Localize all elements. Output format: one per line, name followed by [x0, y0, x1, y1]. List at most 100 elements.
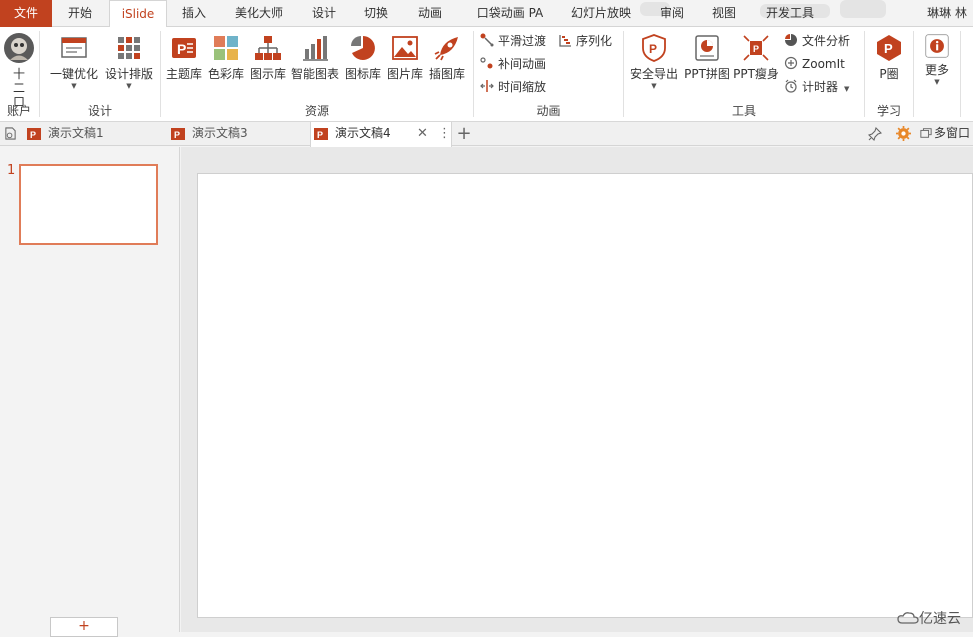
slide-number: 1: [7, 163, 16, 178]
zoomit-button[interactable]: ZoomIt: [784, 54, 845, 74]
tab-pocket-animation[interactable]: 口袋动画 PA: [468, 0, 552, 27]
document-icon: [4, 127, 16, 140]
tab-review[interactable]: 审阅: [650, 0, 694, 27]
bar-chart-icon: [303, 36, 328, 61]
ppt-join-button[interactable]: PPT拼图: [682, 31, 732, 97]
tab-developer[interactable]: 开发工具: [758, 0, 822, 27]
animation-group: 平滑过渡 序列化 补间动画 时间缩放 动画: [474, 27, 623, 122]
svg-text:P: P: [30, 130, 36, 140]
tab-design[interactable]: 设计: [300, 0, 348, 27]
pie-analysis-icon: [785, 34, 797, 46]
p-circle-button[interactable]: P P圈: [869, 31, 909, 97]
tab-beautify-master[interactable]: 美化大师: [228, 0, 290, 27]
pin-button[interactable]: [864, 122, 886, 146]
more-vertical-icon[interactable]: ⋮: [438, 122, 451, 145]
new-document-button[interactable]: [0, 122, 20, 146]
diagram-library-icon: [255, 36, 281, 60]
one-click-optimize-button[interactable]: 一键优化 ▼: [48, 31, 100, 97]
sequence-button[interactable]: 序列化: [558, 31, 612, 51]
svg-text:P: P: [174, 130, 180, 140]
multi-window-button[interactable]: 多窗口: [920, 122, 973, 146]
settings-button[interactable]: [892, 122, 914, 146]
rocket-icon: [434, 37, 458, 61]
icon-library-button[interactable]: 图标库: [343, 31, 383, 97]
multi-window-label: 多窗口: [934, 126, 971, 140]
cloud-logo-icon: [897, 612, 919, 624]
sequence-label: 序列化: [576, 34, 613, 48]
file-analysis-label: 文件分析: [802, 34, 851, 48]
time-zoom-button[interactable]: 时间缩放: [480, 77, 546, 97]
more-group: 更多 ▼: [914, 27, 960, 122]
timer-button[interactable]: 计时器 ▼: [784, 77, 849, 97]
doc-tab-label: 演示文稿3: [192, 126, 248, 140]
zoom-plus-icon: [784, 56, 798, 70]
more-button[interactable]: 更多 ▼: [918, 31, 956, 97]
smooth-transition-button[interactable]: 平滑过渡: [480, 31, 546, 51]
chevron-down-icon: ▼: [651, 82, 657, 90]
chevron-down-icon: ▼: [71, 82, 77, 90]
doc-tab-label: 演示文稿4: [335, 126, 391, 140]
tween-animation-label: 补间动画: [498, 57, 547, 71]
background-decoration: [840, 0, 886, 18]
svg-text:P: P: [649, 42, 657, 56]
tab-slideshow[interactable]: 幻灯片放映: [564, 0, 638, 27]
smart-chart-button[interactable]: 智能图表: [289, 31, 341, 97]
pin-icon: [867, 126, 883, 142]
svg-text:P: P: [884, 41, 893, 56]
color-library-icon: [214, 36, 238, 60]
svg-text:P: P: [177, 41, 186, 57]
tab-islide[interactable]: iSlide: [109, 0, 167, 28]
ppt-slim-button[interactable]: P PPT瘦身: [732, 31, 780, 97]
color-library-button[interactable]: 色彩库: [206, 31, 246, 97]
animation-group-label: 动画: [536, 104, 561, 118]
info-icon: [925, 34, 949, 58]
account-button[interactable]: 十二口: [2, 31, 36, 109]
watermark: 亿速云: [897, 608, 961, 628]
p-circle-icon: P: [877, 35, 901, 61]
doc-tab-1[interactable]: P 演示文稿1: [26, 122, 166, 146]
tab-view[interactable]: 视图: [702, 0, 746, 27]
diagram-library-button[interactable]: 图示库: [248, 31, 288, 97]
svg-text:P: P: [317, 130, 323, 140]
tab-insert[interactable]: 插入: [170, 0, 218, 27]
chevron-down-icon: ▼: [934, 78, 940, 86]
sequence-icon: [559, 35, 571, 47]
tab-animations[interactable]: 动画: [406, 0, 454, 27]
windows-icon: [920, 128, 932, 138]
slide-thumbnail[interactable]: [19, 164, 158, 245]
account-group: 十二口 账户: [0, 27, 38, 122]
image-library-button[interactable]: 图片库: [385, 31, 425, 97]
illustration-library-label: 插图库: [428, 67, 465, 81]
layout-grid-icon: [118, 37, 140, 59]
illustration-library-button[interactable]: 插图库: [427, 31, 467, 97]
user-name[interactable]: 琳琳 林: [927, 0, 967, 26]
ppt-slim-label: PPT瘦身: [733, 67, 779, 81]
slide-thumbnail-pane: 1 +: [0, 147, 180, 637]
theme-library-button[interactable]: P 主题库: [164, 31, 204, 97]
smart-chart-label: 智能图表: [290, 67, 339, 81]
add-tab-button[interactable]: +: [454, 122, 474, 146]
ribbon: 十二口 账户 一键优化 ▼ 设计排版 ▼ 设计 P 主题库 色彩库 图示库 智能…: [0, 27, 973, 122]
more-label: 更多: [924, 63, 949, 77]
slide-canvas[interactable]: [197, 173, 973, 618]
file-analysis-button[interactable]: 文件分析: [784, 31, 850, 51]
tab-transitions[interactable]: 切换: [352, 0, 400, 27]
optimize-icon: [61, 37, 87, 58]
tools-group: P 安全导出 ▼ PPT拼图 P PPT瘦身 文件分析 ZoomIt 计时器 ▼…: [624, 27, 864, 122]
doc-tab-3[interactable]: P 演示文稿3: [170, 122, 310, 146]
add-slide-button[interactable]: +: [50, 617, 118, 637]
smooth-transition-icon: [480, 33, 494, 47]
design-group-label: 设计: [87, 104, 112, 118]
shield-icon: P: [642, 34, 666, 62]
doc-tab-4[interactable]: P 演示文稿4 ✕ ⋮: [310, 122, 452, 147]
safe-export-button[interactable]: P 安全导出 ▼: [628, 31, 680, 97]
file-tab[interactable]: 文件: [0, 0, 52, 27]
tab-home[interactable]: 开始: [56, 0, 104, 27]
design-layout-button[interactable]: 设计排版 ▼: [102, 31, 156, 97]
tween-animation-button[interactable]: 补间动画: [480, 54, 546, 74]
gear-icon: [895, 126, 911, 141]
timer-label: 计时器: [802, 80, 839, 94]
ppt-join-icon: [695, 35, 719, 61]
close-icon[interactable]: ✕: [417, 122, 428, 145]
menu-bar: 文件 开始 iSlide 插入 美化大师 设计 切换 动画 口袋动画 PA 幻灯…: [0, 0, 973, 28]
